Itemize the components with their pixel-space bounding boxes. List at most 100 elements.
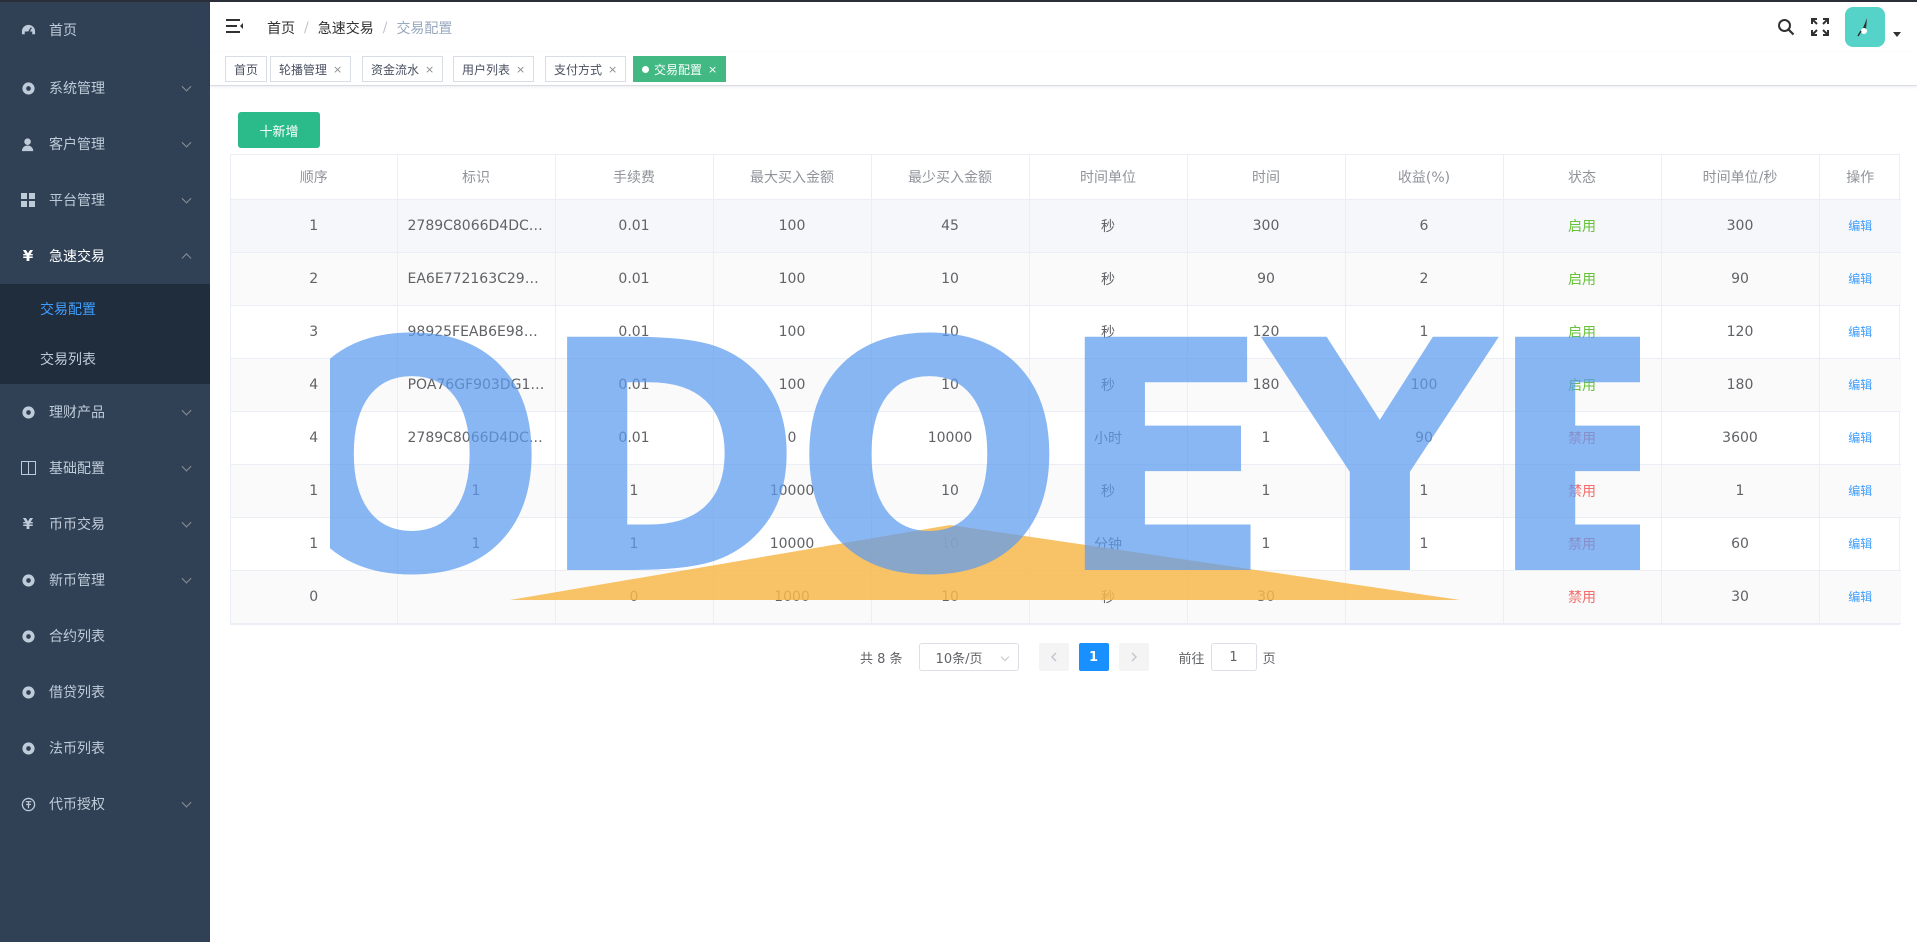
fullscreen-icon[interactable] xyxy=(1803,2,1837,52)
cell-value: 1 xyxy=(309,535,319,552)
sidebar-subitem-trade-config[interactable]: 交易配置 xyxy=(0,284,210,334)
sidebar-item-label: 基础配置 xyxy=(49,461,105,477)
hamburger-menu-icon[interactable] xyxy=(226,18,244,34)
dashboard-icon xyxy=(20,22,36,38)
sidebar-item-basic-config[interactable]: 基础配置 xyxy=(0,440,210,496)
edit-link[interactable]: 编辑 xyxy=(1848,219,1872,233)
cog-icon xyxy=(20,740,36,756)
breadcrumb-home[interactable]: 首页 xyxy=(267,18,295,38)
grid-icon xyxy=(20,192,36,208)
sidebar-item-platform[interactable]: 平台管理 xyxy=(0,172,210,228)
yen-icon: ¥ xyxy=(22,515,34,533)
table-cell: 30 xyxy=(1187,570,1346,624)
sidebar-item-fast-trade[interactable]: ¥ 急速交易 xyxy=(0,228,210,284)
cell-value: 秒 xyxy=(1101,377,1115,394)
edit-link[interactable]: 编辑 xyxy=(1848,325,1872,339)
edit-link[interactable]: 编辑 xyxy=(1848,537,1872,551)
cell-value: 0.01 xyxy=(618,429,650,446)
breadcrumb-separator: / xyxy=(382,20,388,36)
edit-link[interactable]: 编辑 xyxy=(1848,431,1872,445)
table-cell: 秒 xyxy=(1029,570,1188,624)
cell-value: 秒 xyxy=(1101,271,1115,288)
cell-value: 30 xyxy=(1731,588,1749,605)
table-cell: 禁用 xyxy=(1503,464,1662,518)
cell-value: 100 xyxy=(778,270,806,287)
table-row: 1 1 1 10000 10 秒 1 1 禁用 1 编辑 xyxy=(231,464,1901,518)
sidebar-subitem-trade-list[interactable]: 交易列表 xyxy=(0,334,210,384)
table-cell: 启用 xyxy=(1503,252,1662,306)
close-icon[interactable]: × xyxy=(516,63,525,76)
sidebar-item-system[interactable]: 系统管理 xyxy=(0,60,210,116)
caret-down-icon[interactable] xyxy=(1893,31,1901,37)
close-icon[interactable]: × xyxy=(708,63,717,76)
sidebar-item-customers[interactable]: 客户管理 xyxy=(0,116,210,172)
book-icon xyxy=(20,460,36,476)
sidebar-item-finance-products[interactable]: 理财产品 xyxy=(0,384,210,440)
sidebar-item-contracts[interactable]: 合约列表 xyxy=(0,608,210,664)
table-cell: 10 xyxy=(871,358,1030,412)
table-cell: 启用 xyxy=(1503,305,1662,359)
table-cell: POA76GF903DG1… xyxy=(397,358,556,412)
search-icon[interactable] xyxy=(1769,2,1803,52)
table-cell: 编辑 xyxy=(1819,517,1901,571)
next-page-button[interactable] xyxy=(1118,643,1149,671)
tag-trade-config[interactable]: 交易配置 × xyxy=(633,56,727,82)
cell-value: 100 xyxy=(778,217,806,234)
cell-value: 1 xyxy=(471,482,481,499)
edit-link[interactable]: 编辑 xyxy=(1848,484,1872,498)
tag-label: 支付方式 xyxy=(554,62,603,77)
table-row: 2 EA6E772163C29134 0.01 100 10 秒 90 2 启用 90 编辑 xyxy=(231,252,1901,306)
sidebar-item-home[interactable]: 首页 xyxy=(0,0,210,60)
add-button[interactable]: 十新增 xyxy=(238,112,320,148)
tag-carousel[interactable]: 轮播管理 × xyxy=(270,56,352,82)
edit-link[interactable]: 编辑 xyxy=(1848,590,1872,604)
page-number-button[interactable]: 1 xyxy=(1078,643,1109,671)
table-cell: 2789C8066D4DC5… xyxy=(397,199,556,253)
close-icon[interactable]: × xyxy=(425,63,434,76)
table-cell: 100 xyxy=(1345,358,1504,412)
table-cell: 启用 xyxy=(1503,199,1662,253)
cell-value: 1 xyxy=(1261,535,1271,552)
sidebar-item-loans[interactable]: 借贷列表 xyxy=(0,664,210,720)
table-cell: 100 xyxy=(713,305,872,359)
cell-value: 120 xyxy=(1726,323,1754,340)
table-cell: 1 xyxy=(231,464,398,518)
table-cell: 0 xyxy=(555,570,714,624)
sidebar-item-new-coin[interactable]: 新币管理 xyxy=(0,552,210,608)
tag-funds[interactable]: 资金流水 × xyxy=(362,56,444,82)
tag-users[interactable]: 用户列表 × xyxy=(453,56,535,82)
avatar[interactable] xyxy=(1845,7,1885,47)
prev-page-button[interactable] xyxy=(1038,643,1069,671)
tag-home[interactable]: 首页 xyxy=(225,56,268,82)
submenu-fast-trade: 交易配置 交易列表 xyxy=(0,284,210,384)
sidebar-item-fiat[interactable]: 法币列表 xyxy=(0,720,210,776)
close-icon[interactable]: × xyxy=(608,63,617,76)
edit-link[interactable]: 编辑 xyxy=(1848,378,1872,392)
config-table: 顺序 标识 手续费 最大买入金额 最少买入金额 时间单位 时间 收益(%) 状态… xyxy=(230,154,1901,625)
page-suffix: 页 xyxy=(1262,651,1276,667)
column-header: 顺序 xyxy=(231,155,398,200)
cell-value: 2789C8066D4DC5… xyxy=(407,217,552,234)
close-icon[interactable]: × xyxy=(333,63,342,76)
cell-value: 98925FEAB6E981FA xyxy=(407,323,549,340)
table-cell: 秒 xyxy=(1029,305,1188,359)
cell-value: 0.01 xyxy=(618,217,650,234)
goto-label: 前往 xyxy=(1178,651,1205,667)
goto-page-input[interactable] xyxy=(1210,643,1257,671)
sidebar-item-coin-trade[interactable]: ¥ 币币交易 xyxy=(0,496,210,552)
table-cell: 1 xyxy=(231,199,398,253)
sidebar-item-label: 代币授权 xyxy=(49,797,105,813)
table-cell: 180 xyxy=(1661,358,1820,412)
sidebar-item-token-auth[interactable]: 代币授权 xyxy=(0,776,210,832)
sidebar-item-label: 急速交易 xyxy=(49,249,105,265)
cell-value: 1 xyxy=(1419,482,1429,499)
cell-value: 分钟 xyxy=(1094,536,1122,553)
cell-value: 300 xyxy=(1252,217,1280,234)
edit-link[interactable]: 编辑 xyxy=(1848,272,1872,286)
column-header: 操作 xyxy=(1819,155,1901,200)
gear-icon xyxy=(20,80,36,96)
breadcrumb-section[interactable]: 急速交易 xyxy=(318,18,374,38)
tag-payment[interactable]: 支付方式 × xyxy=(545,56,627,82)
page-size-select[interactable]: 10条/页 xyxy=(918,643,1019,671)
table-cell: 10000 xyxy=(713,464,872,518)
